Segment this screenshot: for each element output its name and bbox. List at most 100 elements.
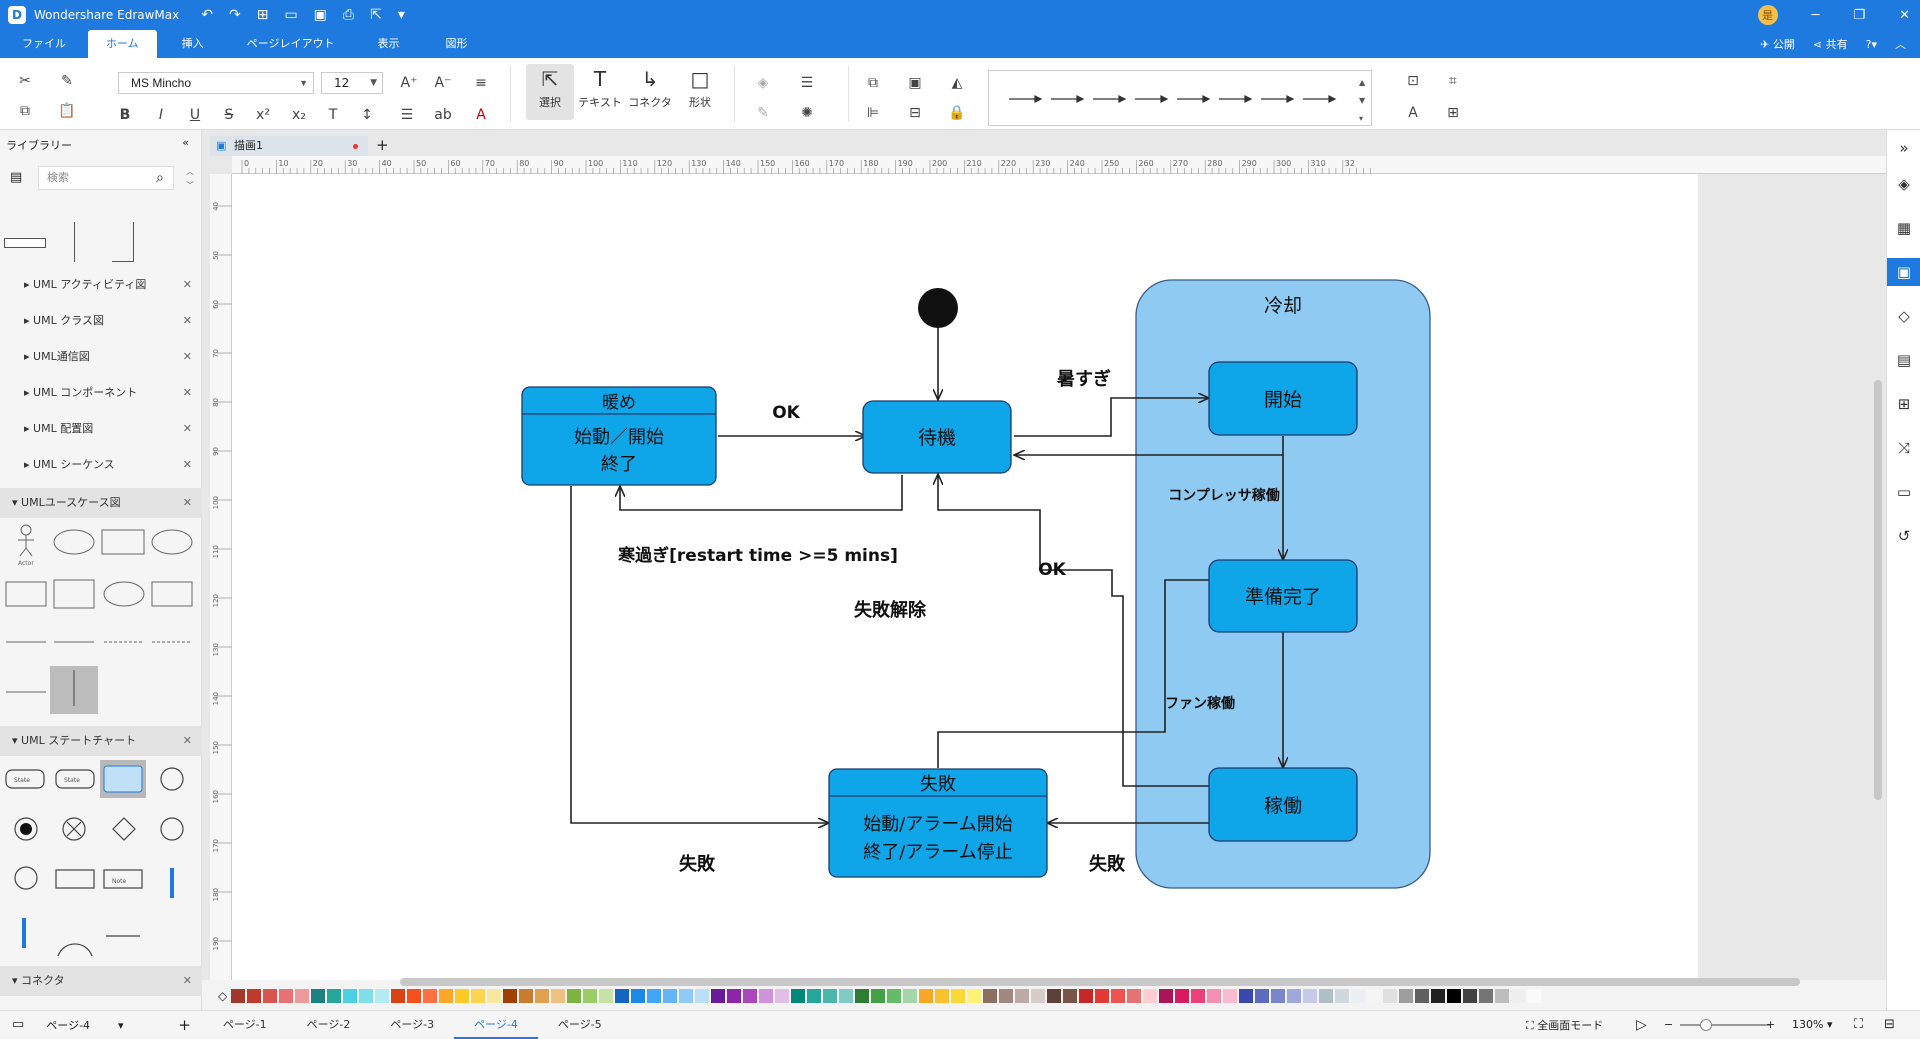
color-swatch[interactable] — [1127, 989, 1142, 1003]
color-swatch[interactable] — [1223, 989, 1238, 1003]
warm-state[interactable]: 暖め 始動／開始 終了 — [521, 386, 717, 486]
color-swatch[interactable] — [679, 989, 694, 1003]
fullscreen-button[interactable]: ⛶ 全画面モード — [1526, 1017, 1603, 1033]
color-swatch[interactable] — [695, 989, 710, 1003]
history-icon[interactable]: ↺ — [1887, 522, 1920, 550]
color-swatch[interactable] — [1191, 989, 1206, 1003]
color-swatch[interactable] — [1303, 989, 1318, 1003]
horizontal-scrollbar[interactable] — [400, 978, 1800, 986]
color-swatch[interactable] — [999, 989, 1014, 1003]
color-swatch[interactable] — [487, 989, 502, 1003]
color-swatch[interactable] — [727, 989, 742, 1003]
fail-state[interactable]: 失敗 始動/アラーム開始 終了/アラーム停止 — [828, 768, 1048, 878]
color-swatch[interactable] — [1367, 989, 1382, 1003]
color-swatch[interactable] — [807, 989, 822, 1003]
color-swatch[interactable] — [1351, 989, 1366, 1003]
color-swatch[interactable] — [1063, 989, 1078, 1003]
color-swatch[interactable] — [327, 989, 342, 1003]
color-swatch[interactable] — [903, 989, 918, 1003]
color-swatch[interactable] — [791, 989, 806, 1003]
color-swatch[interactable] — [1143, 989, 1158, 1003]
zoom-slider-handle[interactable] — [1700, 1019, 1712, 1031]
color-swatch[interactable] — [951, 989, 966, 1003]
color-swatch[interactable] — [1463, 989, 1478, 1003]
color-swatch[interactable] — [1207, 989, 1222, 1003]
color-swatch[interactable] — [647, 989, 662, 1003]
zoom-out-icon[interactable]: − — [1664, 1018, 1673, 1031]
color-swatch[interactable] — [823, 989, 838, 1003]
zoom-level[interactable]: 130% ▾ — [1792, 1018, 1832, 1031]
color-swatch[interactable] — [1175, 989, 1190, 1003]
fill-panel-icon[interactable]: ◈ — [1887, 170, 1920, 198]
color-swatch[interactable] — [535, 989, 550, 1003]
color-swatch[interactable] — [983, 989, 998, 1003]
standby-state[interactable]: 待機 — [862, 400, 1012, 474]
play-icon[interactable]: ▷ — [1636, 1017, 1647, 1033]
page-tab-3[interactable]: ページ-3 — [370, 1011, 454, 1039]
color-swatch[interactable] — [743, 989, 758, 1003]
grid-panel-icon[interactable]: ▦ — [1887, 214, 1920, 242]
color-swatch[interactable] — [759, 989, 774, 1003]
warm-to-fail-transition[interactable] — [570, 486, 829, 823]
page-tab-4[interactable]: ページ-4 — [454, 1011, 538, 1039]
color-swatch[interactable] — [1415, 989, 1430, 1003]
fit-page-icon[interactable]: ⛶ — [1854, 1017, 1863, 1032]
color-swatch[interactable] — [1255, 989, 1270, 1003]
color-swatch[interactable] — [871, 989, 886, 1003]
color-swatch[interactable] — [1431, 989, 1446, 1003]
fit-width-icon[interactable]: ⊟ — [1884, 1017, 1895, 1032]
color-swatch[interactable] — [279, 989, 294, 1003]
page-tab-1[interactable]: ページ-1 — [203, 1011, 287, 1039]
color-swatch[interactable] — [1399, 989, 1414, 1003]
initial-state[interactable] — [918, 288, 958, 328]
color-swatch[interactable] — [503, 989, 518, 1003]
color-swatch[interactable] — [247, 989, 262, 1003]
color-swatch[interactable] — [455, 989, 470, 1003]
shuffle-icon[interactable]: ⤨ — [1887, 434, 1920, 462]
color-swatch[interactable] — [919, 989, 934, 1003]
color-swatch[interactable] — [1015, 989, 1030, 1003]
color-swatch[interactable] — [631, 989, 646, 1003]
color-swatch[interactable] — [1335, 989, 1350, 1003]
page-tab-5[interactable]: ページ-5 — [538, 1011, 622, 1039]
color-swatch[interactable] — [1479, 989, 1494, 1003]
fill-bucket-icon[interactable]: ◇ — [218, 989, 227, 1003]
color-swatch[interactable] — [391, 989, 406, 1003]
color-swatch[interactable] — [359, 989, 374, 1003]
color-swatch[interactable] — [1159, 989, 1174, 1003]
color-swatch[interactable] — [295, 989, 310, 1003]
color-swatch[interactable] — [663, 989, 678, 1003]
color-swatch[interactable] — [567, 989, 582, 1003]
color-swatch[interactable] — [551, 989, 566, 1003]
color-swatch[interactable] — [1527, 989, 1542, 1003]
page-panel-toggle-icon[interactable]: ▭ — [12, 1017, 24, 1032]
color-swatch[interactable] — [1079, 989, 1094, 1003]
color-swatch[interactable] — [967, 989, 982, 1003]
color-swatch[interactable] — [471, 989, 486, 1003]
color-swatch[interactable] — [615, 989, 630, 1003]
color-swatch[interactable] — [935, 989, 950, 1003]
color-swatch[interactable] — [375, 989, 390, 1003]
page-panel-icon[interactable]: ▤ — [1887, 346, 1920, 374]
color-swatch[interactable] — [1287, 989, 1302, 1003]
color-swatch[interactable] — [1383, 989, 1398, 1003]
color-swatch[interactable] — [1495, 989, 1510, 1003]
color-swatch[interactable] — [1111, 989, 1126, 1003]
color-swatch[interactable] — [839, 989, 854, 1003]
running-state[interactable]: 稼働 — [1208, 767, 1358, 842]
color-swatch[interactable] — [1095, 989, 1110, 1003]
color-swatch[interactable] — [711, 989, 726, 1003]
layers-icon[interactable]: ◇ — [1887, 302, 1920, 330]
color-swatch[interactable] — [439, 989, 454, 1003]
color-swatch[interactable] — [583, 989, 598, 1003]
ready-state[interactable]: 準備完了 — [1208, 559, 1358, 633]
color-swatch[interactable] — [775, 989, 790, 1003]
color-swatch[interactable] — [1271, 989, 1286, 1003]
comment-icon[interactable]: ▭ — [1887, 478, 1920, 506]
zoom-slider[interactable] — [1680, 1024, 1770, 1026]
color-swatch[interactable] — [311, 989, 326, 1003]
collapse-right-icon[interactable]: » — [1887, 134, 1920, 162]
start-state[interactable]: 開始 — [1208, 361, 1358, 436]
color-swatch[interactable] — [519, 989, 534, 1003]
color-swatch[interactable] — [343, 989, 358, 1003]
